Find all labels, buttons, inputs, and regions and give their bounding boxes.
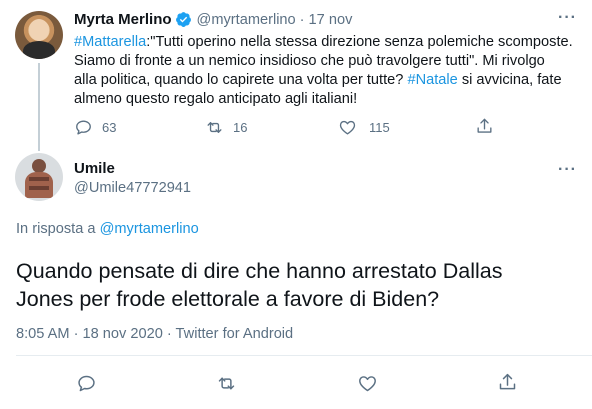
retweet-icon (207, 122, 222, 133)
in-reply-prefix: In risposta a (16, 221, 100, 237)
separator-dot: · (299, 11, 305, 28)
reply-icon (76, 120, 91, 135)
author-handle[interactable]: @myrtamerlino (197, 12, 296, 28)
avatar-myrta-merlino[interactable] (15, 11, 63, 59)
hashtag-mattarella[interactable]: #Mattarella (74, 34, 146, 50)
parent-tweet-text: #Mattarella:"Tutti operino nella stessa … (74, 33, 584, 109)
in-reply-handle[interactable]: @myrtamerlino (100, 221, 199, 237)
retweet-icon (218, 377, 235, 390)
meta-divider (16, 355, 592, 356)
author-name[interactable]: Myrta Merlino (74, 11, 172, 28)
reply-tweet-text: Quando pensate di dire che hanno arresta… (16, 257, 502, 313)
like-button[interactable]: 115 (338, 118, 390, 137)
reply-text-line-2: Jones per frode elettorale a favore di B… (16, 287, 440, 311)
reply-count: 63 (102, 120, 117, 135)
text-line-3-post: si avvicina, fate (457, 72, 562, 88)
avatar-umile[interactable] (15, 153, 63, 201)
like-action-button[interactable] (357, 373, 378, 394)
heart-icon (359, 376, 376, 392)
verified-icon (175, 11, 192, 28)
reply-icon (78, 375, 95, 392)
hashtag-natale[interactable]: #Natale (407, 72, 457, 88)
share-icon (477, 118, 492, 133)
like-count: 115 (369, 120, 390, 135)
share-button[interactable] (475, 117, 494, 136)
more-icon[interactable]: ··· (558, 9, 577, 27)
reply-author-handle[interactable]: @Umile47772941 (74, 180, 191, 196)
share-action-button[interactable] (497, 372, 518, 393)
retweet-button[interactable]: 16 (205, 118, 247, 137)
reply-text-line-1: Quando pensate di dire che hanno arresta… (16, 259, 503, 283)
tweet-date[interactable]: 17 nov (309, 12, 353, 28)
share-icon (499, 373, 516, 390)
reply-author-block: Umile @Umile47772941 (74, 160, 191, 196)
text-segment: :"Tutti operino nella stessa direzione s… (146, 34, 573, 50)
text-line-4: almeno questo regalo anticipato agli ita… (74, 91, 358, 107)
heart-icon (339, 120, 356, 135)
text-line-3-pre: alla politica, quando lo capirete una vo… (74, 72, 408, 88)
reply-button[interactable]: 63 (74, 118, 116, 137)
thread-line (38, 63, 40, 151)
in-reply-to: In risposta a @myrtamerlino (16, 221, 199, 237)
retweet-count: 16 (233, 120, 248, 135)
reply-action-button[interactable] (76, 373, 97, 394)
retweet-action-button[interactable] (216, 373, 237, 394)
text-line-2: Siamo di fronte a un nemico insidioso ch… (74, 53, 545, 69)
parent-tweet-header: Myrta Merlino @myrtamerlino · 17 nov (74, 11, 352, 28)
reply-more-icon[interactable]: ··· (558, 161, 577, 179)
tweet-meta[interactable]: 8:05 AM · 18 nov 2020 · Twitter for Andr… (16, 326, 293, 342)
reply-author-name[interactable]: Umile (74, 160, 191, 177)
